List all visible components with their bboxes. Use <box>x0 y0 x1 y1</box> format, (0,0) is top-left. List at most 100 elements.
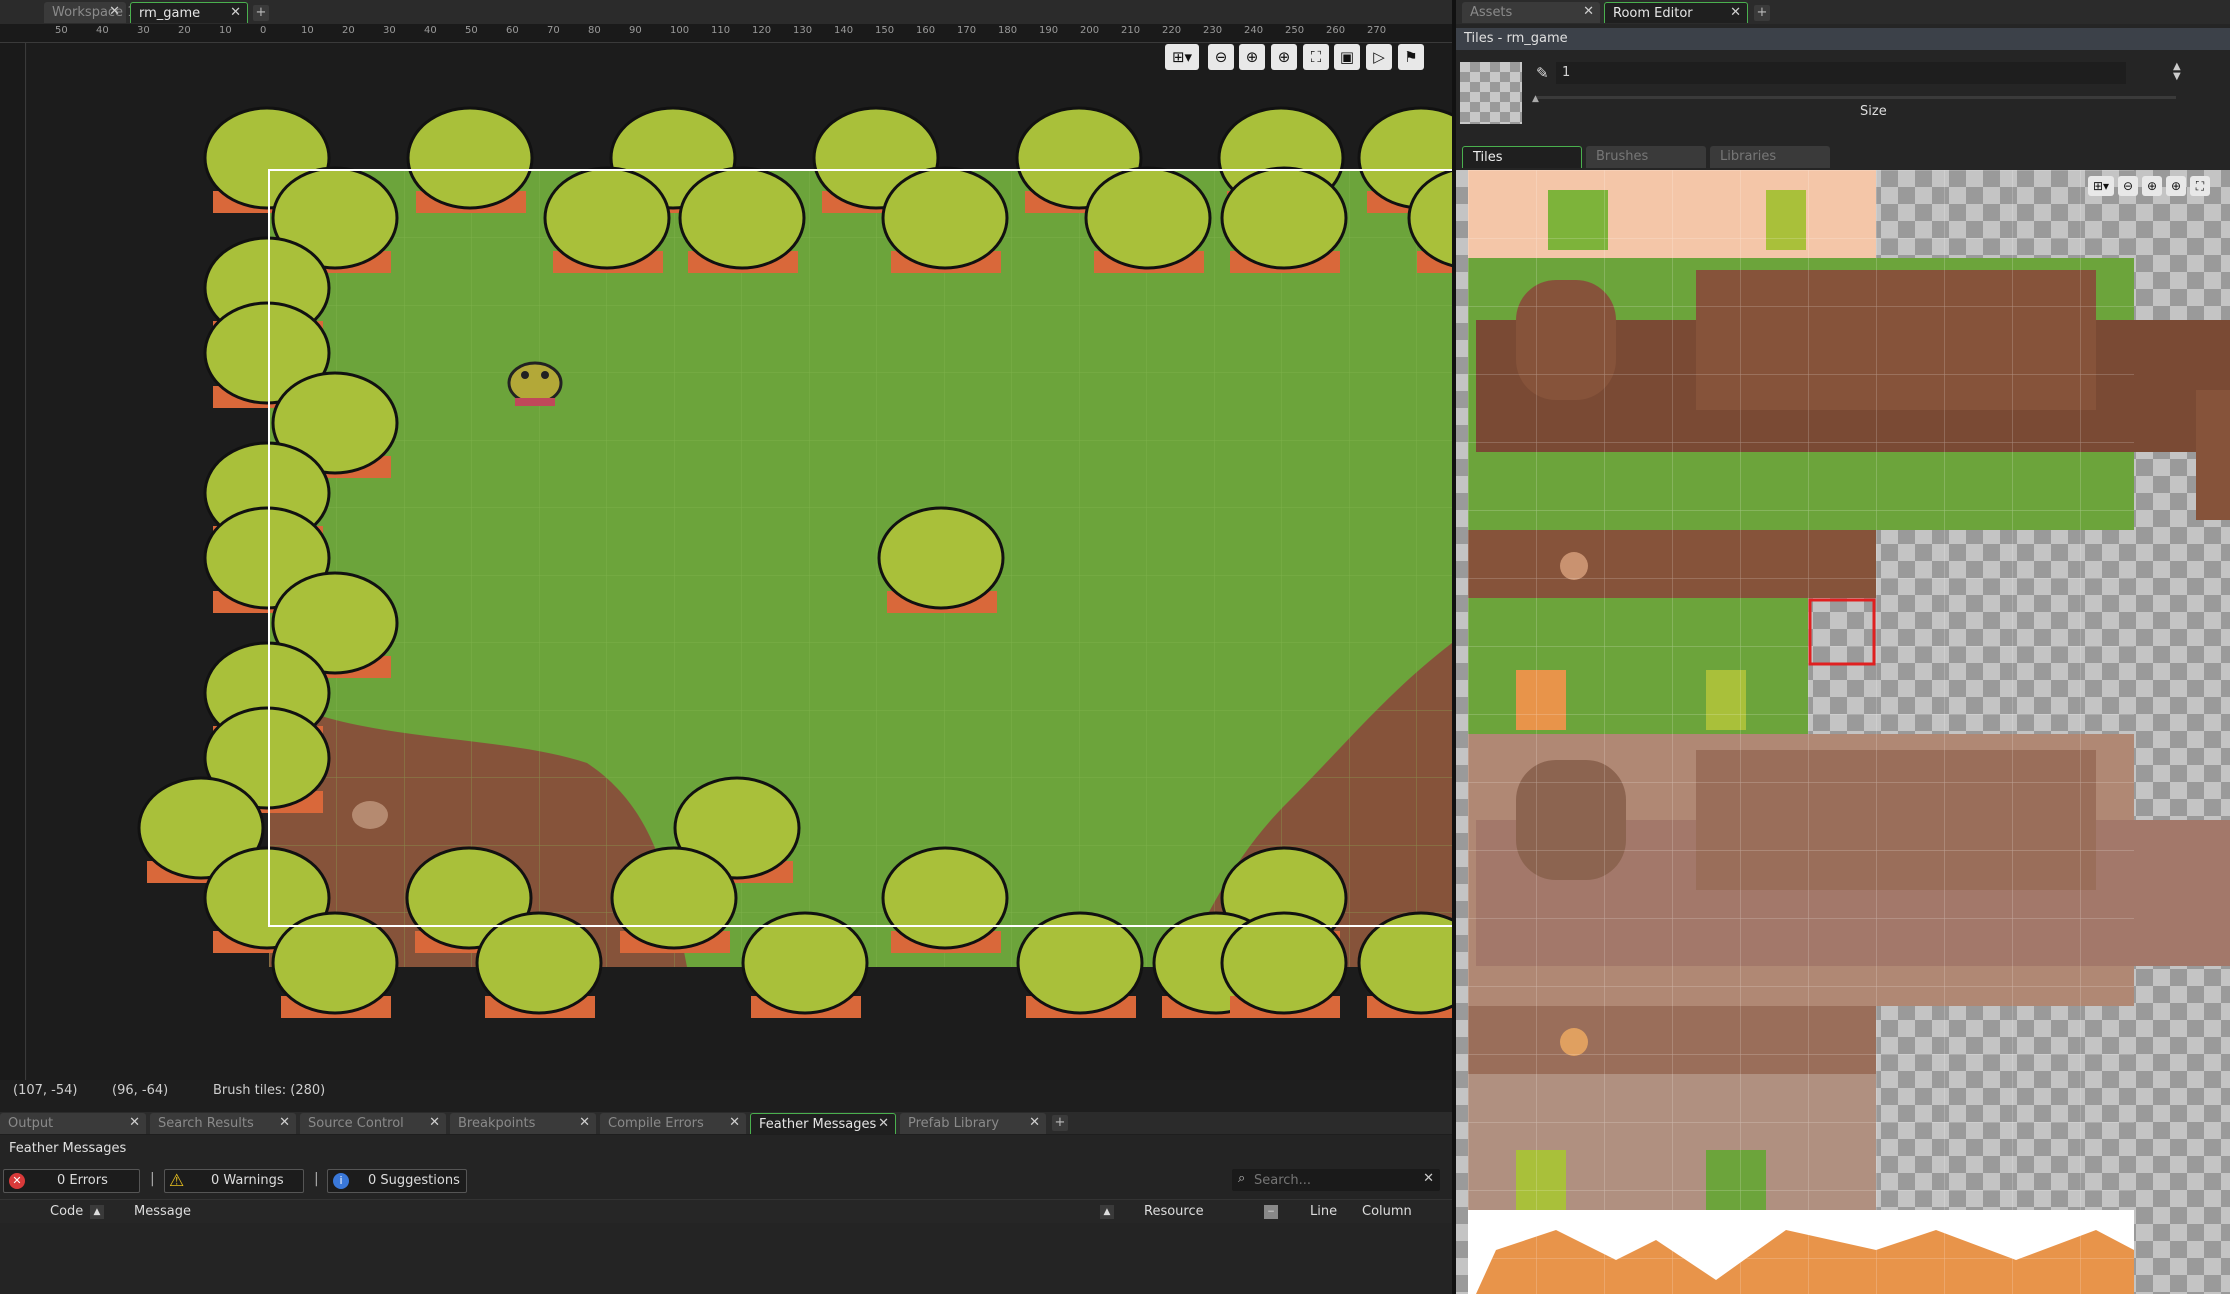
ruler-tick-label: 70 <box>547 25 560 36</box>
close-icon[interactable]: ✕ <box>279 1115 290 1130</box>
zoom-in-icon[interactable]: ⊕ <box>1271 44 1297 70</box>
ruler-tick-label: 170 <box>957 25 977 36</box>
size-slider[interactable] <box>1536 96 2176 99</box>
clear-search-icon[interactable]: ✕ <box>1423 1171 1434 1186</box>
ruler-tick-label: 270 <box>1367 25 1387 36</box>
close-icon[interactable]: ✕ <box>230 5 241 20</box>
ruler-tick-label: 100 <box>670 25 690 36</box>
info-icon: i <box>333 1173 349 1189</box>
room-view[interactable] <box>27 43 1452 1085</box>
close-icon[interactable]: ✕ <box>1583 4 1594 19</box>
play-icon[interactable]: ▷ <box>1366 44 1392 70</box>
add-tab-button[interactable]: + <box>253 5 269 21</box>
sort-code-icon[interactable]: ▲ <box>90 1205 104 1219</box>
col-resource[interactable]: Resource <box>1144 1204 1204 1219</box>
left-tab-bar: Workspace 1 ✕ rm_game ✕ + <box>0 0 1452 24</box>
sort-message-icon[interactable]: ▲ <box>1100 1205 1114 1219</box>
close-icon[interactable]: ✕ <box>429 1115 440 1130</box>
close-icon[interactable]: ✕ <box>1029 1115 1040 1130</box>
tab-workspace[interactable]: Workspace 1 ✕ <box>44 2 135 23</box>
ruler-tick-label: 30 <box>137 25 150 36</box>
grid-icon[interactable]: ⊞▾ <box>2088 176 2114 196</box>
right-tab-bar: Assets ✕ Room Editor ✕ + <box>1456 0 2230 24</box>
tab-search-results[interactable]: Search Results ✕ <box>150 1113 296 1134</box>
zoom-out-icon[interactable]: ⊖ <box>1208 44 1234 70</box>
size-stepper-icon[interactable]: ▲ ▼ <box>2173 62 2181 82</box>
tab-rm-game[interactable]: rm_game ✕ <box>130 2 248 23</box>
brush-size-field[interactable]: 1 <box>1556 62 2126 84</box>
ruler-tick-label: 120 <box>752 25 772 36</box>
flag-icon[interactable]: ⚑ <box>1398 44 1424 70</box>
col-line[interactable]: Line <box>1310 1204 1337 1219</box>
warnings-filter[interactable]: ⚠ 0 Warnings <box>164 1169 304 1193</box>
ruler-tick-label: 130 <box>793 25 813 36</box>
ruler-tick-label: 230 <box>1203 25 1223 36</box>
zoom-reset-icon[interactable]: ⊕ <box>1239 44 1265 70</box>
add-tab-button[interactable]: + <box>1052 1115 1068 1131</box>
suggestions-filter[interactable]: i 0 Suggestions <box>327 1169 467 1193</box>
tab-room-editor[interactable]: Room Editor ✕ <box>1604 2 1748 23</box>
tab-label: Prefab Library <box>908 1116 1000 1131</box>
bush <box>406 106 534 213</box>
tab-label: Room Editor <box>1613 6 1693 21</box>
tiles-subtab[interactable]: Tiles <box>1462 146 1582 168</box>
close-icon[interactable]: ✕ <box>579 1115 590 1130</box>
close-icon[interactable]: ✕ <box>129 1115 140 1130</box>
ruler-tick-label: 90 <box>629 25 642 36</box>
player-frog <box>507 361 563 406</box>
bush <box>1220 166 1348 273</box>
fit-icon[interactable]: ⛶ <box>1303 44 1329 70</box>
tab-breakpoints[interactable]: Breakpoints ✕ <box>450 1113 596 1134</box>
tab-label: Tiles <box>1473 150 1503 165</box>
tab-compile-errors[interactable]: Compile Errors ✕ <box>600 1113 746 1134</box>
room-canvas[interactable]: ⊞▾ ⊖ ⊕ ⊕ ⛶ ▣ ▷ ⚑ <box>27 43 1452 1085</box>
zoom-in-icon[interactable]: ⊕ <box>2166 176 2186 196</box>
tab-source-control[interactable]: Source Control ✕ <box>300 1113 446 1134</box>
close-icon[interactable]: ✕ <box>729 1115 740 1130</box>
size-label: Size <box>1860 104 1887 119</box>
tab-prefab-library[interactable]: Prefab Library ✕ <box>900 1113 1046 1134</box>
frame-icon[interactable]: ▣ <box>1334 44 1360 70</box>
bush <box>610 846 738 953</box>
add-tab-button[interactable]: + <box>1754 5 1770 21</box>
warning-icon: ⚠ <box>169 1171 185 1191</box>
zoom-out-icon[interactable]: ⊖ <box>2118 176 2138 196</box>
errors-filter[interactable]: ✕ 0 Errors <box>3 1169 140 1193</box>
fit-icon[interactable]: ⛶ <box>2190 176 2210 196</box>
bush <box>877 506 1005 613</box>
tab-label: Breakpoints <box>458 1116 536 1131</box>
ruler-tick-label: 10 <box>301 25 314 36</box>
tab-output[interactable]: Output ✕ <box>0 1113 146 1134</box>
tiles-title: Tiles - rm_game <box>1464 31 1568 46</box>
search-input[interactable] <box>1254 1171 1414 1189</box>
ruler-tick-label: 200 <box>1080 25 1100 36</box>
close-icon[interactable]: ✕ <box>109 4 120 19</box>
tileset-viewer[interactable]: ⊞▾ ⊖ ⊕ ⊕ ⛶ <box>1456 170 2230 1294</box>
close-icon[interactable]: ✕ <box>878 1116 889 1131</box>
tab-label: rm_game <box>139 6 201 21</box>
tiles-panel: Tiles - rm_game ✎ 1 ▲ ▼ ▲ Size Tiles Brus… <box>1456 24 2230 1294</box>
ruler-tick-label: 240 <box>1244 25 1264 36</box>
ruler-tick-label: 0 <box>260 25 267 36</box>
search-icon: ⌕ <box>1238 1171 1246 1186</box>
size-slider-handle[interactable]: ▲ <box>1532 94 1539 104</box>
sort-resource-icon[interactable]: − <box>1264 1205 1278 1219</box>
tab-feather-messages[interactable]: Feather Messages ✕ <box>750 1113 896 1134</box>
tab-label: Compile Errors <box>608 1116 704 1131</box>
zoom-reset-icon[interactable]: ⊕ <box>2142 176 2162 196</box>
grid-icon[interactable]: ⊞▾ <box>1165 44 1199 70</box>
brush-preview <box>1460 62 1522 124</box>
ruler-tick-label: 180 <box>998 25 1018 36</box>
close-icon[interactable]: ✕ <box>1730 5 1741 20</box>
bush <box>881 846 1009 953</box>
tileset-image[interactable] <box>1456 170 2230 1294</box>
ruler-tick-label: 210 <box>1121 25 1141 36</box>
col-column[interactable]: Column <box>1362 1204 1412 1219</box>
col-code[interactable]: Code <box>50 1204 83 1219</box>
libraries-subtab[interactable]: Libraries <box>1710 146 1830 168</box>
col-message[interactable]: Message <box>134 1204 191 1219</box>
bush <box>475 911 603 1018</box>
search-box[interactable]: ⌕ ✕ <box>1232 1169 1440 1191</box>
tab-assets[interactable]: Assets ✕ <box>1462 2 1600 23</box>
brushes-subtab[interactable]: Brushes <box>1586 146 1706 168</box>
